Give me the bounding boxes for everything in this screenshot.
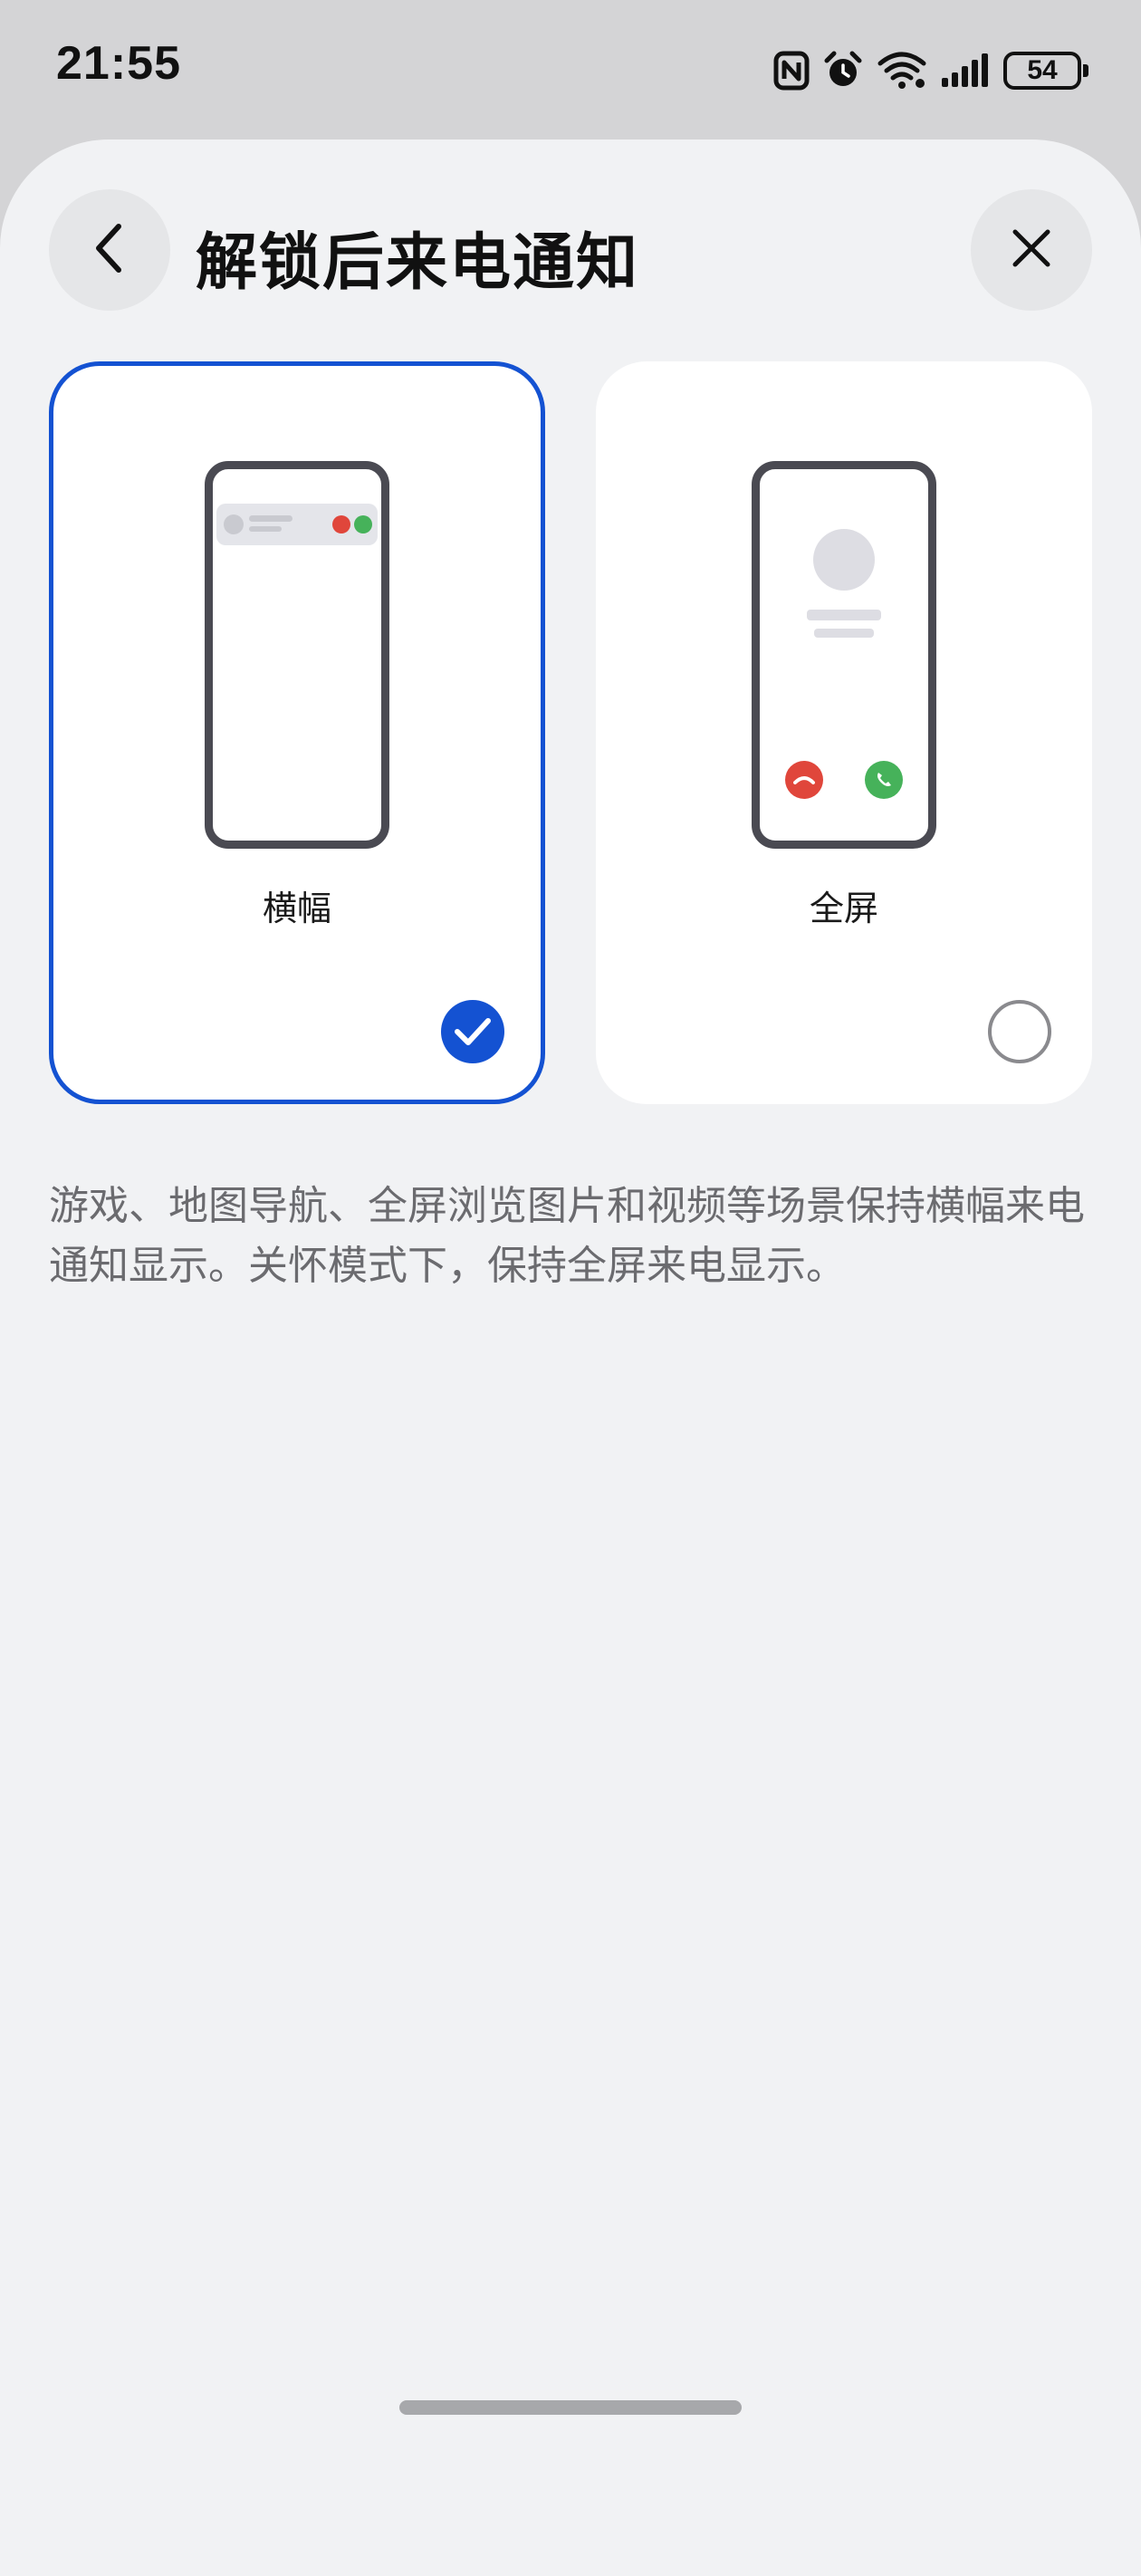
status-icons: 54 bbox=[773, 43, 1088, 98]
decline-call-icon bbox=[332, 515, 350, 533]
wifi-icon bbox=[877, 51, 927, 91]
selected-check-icon[interactable] bbox=[441, 1000, 504, 1063]
accept-call-icon bbox=[865, 761, 903, 799]
decline-call-icon bbox=[785, 761, 823, 799]
screen: 21:55 54 解锁后来电通知 横幅 全屏 游戏、地图导航、全屏浏览图片和视频… bbox=[0, 0, 1141, 2576]
option-fullscreen-card[interactable]: 全屏 bbox=[596, 361, 1092, 1104]
unselected-radio-icon[interactable] bbox=[988, 1000, 1051, 1063]
accept-call-icon bbox=[354, 515, 372, 533]
home-indicator[interactable] bbox=[399, 2400, 742, 2415]
caller-avatar-placeholder bbox=[224, 514, 244, 534]
text-placeholder bbox=[807, 610, 881, 620]
back-button[interactable] bbox=[49, 189, 170, 311]
banner-phone-illustration bbox=[205, 461, 389, 849]
text-placeholder bbox=[249, 526, 282, 532]
text-placeholder bbox=[249, 515, 292, 522]
alarm-icon bbox=[822, 50, 864, 91]
text-placeholder bbox=[814, 629, 874, 638]
nfc-icon bbox=[773, 51, 810, 91]
close-icon bbox=[1010, 226, 1053, 274]
chevron-left-icon bbox=[91, 221, 128, 279]
signal-icon bbox=[940, 53, 991, 89]
status-bar: 21:55 54 bbox=[0, 0, 1141, 136]
option-fullscreen-label: 全屏 bbox=[809, 889, 878, 928]
banner-notification-illustration bbox=[216, 504, 378, 545]
close-button[interactable] bbox=[971, 189, 1092, 311]
option-banner-card[interactable]: 横幅 bbox=[49, 361, 545, 1104]
description-text: 游戏、地图导航、全屏浏览图片和视频等场景保持横幅来电通知显示。关怀模式下，保持全… bbox=[49, 1183, 1085, 1289]
caller-avatar-placeholder bbox=[813, 529, 875, 591]
option-banner-label: 横幅 bbox=[262, 889, 331, 928]
battery-icon: 54 bbox=[1003, 52, 1088, 90]
status-time: 21:55 bbox=[56, 37, 181, 90]
fullscreen-phone-illustration bbox=[752, 461, 936, 849]
bottom-sheet: 解锁后来电通知 横幅 全屏 游戏、地图导航、全屏浏览图片和视频等场景保持横幅来电… bbox=[0, 139, 1141, 2576]
page-title: 解锁后来电通知 bbox=[196, 227, 640, 299]
